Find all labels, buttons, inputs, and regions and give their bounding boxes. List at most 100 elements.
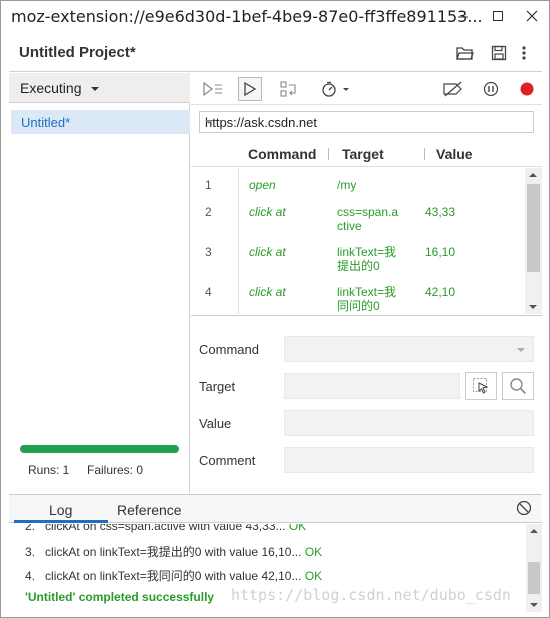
row-target: linkText=我 提出的0 — [337, 245, 397, 273]
row-value: 42,10 — [425, 285, 456, 299]
log-scrollbar[interactable] — [526, 524, 542, 612]
save-icon — [491, 45, 507, 61]
commands-scrollbar[interactable] — [525, 168, 542, 314]
test-item-label: Untitled* — [21, 115, 71, 130]
column-divider — [328, 148, 329, 160]
column-command: Command — [248, 146, 317, 162]
executing-dropdown[interactable]: Executing — [9, 73, 190, 103]
commands-table-body: 1 open /my 2 click at css=span.a ctive 43… — [191, 168, 524, 314]
test-item-untitled[interactable]: Untitled* — [11, 110, 190, 134]
project-title[interactable]: Untitled Project* — [19, 44, 136, 61]
step-over-button[interactable] — [277, 77, 301, 101]
record-button[interactable] — [515, 77, 539, 101]
tab-log[interactable]: Log — [49, 502, 72, 518]
runs-count: Runs: 1 — [28, 463, 70, 477]
project-header: Untitled Project* — [9, 34, 542, 72]
row-command: open — [249, 178, 276, 192]
test-sidebar: Executing Untitled* Runs: 1 Failures: 0 — [9, 73, 190, 493]
row-target: /my — [337, 178, 357, 192]
run-all-tests-button[interactable] — [201, 77, 225, 101]
disable-breakpoints-button[interactable] — [441, 77, 465, 101]
log-line: 3. clickAt on linkText=我提出的0 with value … — [25, 545, 323, 559]
caret-down-icon — [91, 87, 99, 91]
more-menu-button[interactable] — [514, 43, 534, 63]
executing-label: Executing — [20, 80, 82, 96]
tab-reference[interactable]: Reference — [117, 502, 182, 518]
test-speed-dropdown[interactable] — [319, 77, 355, 101]
kebab-menu-icon — [522, 46, 526, 60]
column-divider — [424, 148, 425, 160]
column-target: Target — [342, 146, 384, 162]
record-icon — [520, 82, 534, 96]
command-input[interactable] — [284, 336, 534, 362]
row-value: 16,10 — [425, 245, 456, 259]
title-bar: moz-extension://e9e6d30d-1bef-4be9-87e0-… — [1, 1, 549, 33]
select-target-button[interactable] — [465, 372, 497, 400]
row-command: click at — [249, 245, 286, 259]
log-completed-message: 'Untitled' completed successfully — [25, 590, 215, 604]
comment-label: Comment — [199, 453, 256, 468]
maximize-button[interactable] — [481, 1, 515, 31]
scroll-thumb[interactable] — [528, 562, 540, 594]
commands-table-header: Command Target Value — [191, 141, 542, 167]
save-project-button[interactable] — [489, 43, 509, 63]
step-over-icon — [280, 81, 296, 97]
base-url-value: https://ask.csdn.net — [205, 115, 318, 130]
caret-down-icon — [517, 348, 525, 352]
find-target-button[interactable] — [502, 372, 534, 400]
row-target: linkText=我 同问的0 — [337, 285, 397, 313]
column-divider — [238, 168, 239, 314]
editor-panel: https://ask.csdn.net Command Target Valu… — [191, 73, 542, 493]
base-url-input[interactable]: https://ask.csdn.net — [199, 111, 534, 133]
play-icon — [244, 82, 257, 96]
row-number: 4 — [205, 285, 212, 299]
value-label: Value — [199, 416, 232, 431]
row-command: click at — [249, 285, 286, 299]
scroll-down-icon[interactable] — [529, 305, 537, 309]
run-all-icon — [203, 82, 222, 96]
minimize-icon — [458, 16, 468, 18]
command-editor: Command Target Value Comment — [191, 315, 542, 493]
row-value: 43,33 — [425, 205, 456, 219]
close-icon — [526, 10, 538, 22]
minimize-button[interactable] — [446, 1, 480, 31]
watermark: https://blog.csdn.net/dubo_csdn — [231, 586, 511, 604]
pause-on-exceptions-button[interactable] — [479, 77, 503, 101]
caret-down-icon — [205, 120, 213, 124]
window-title: moz-extension://e9e6d30d-1bef-4be9-87e0-… — [11, 7, 483, 26]
folder-open-icon — [456, 47, 474, 60]
breakpoint-disabled-icon — [443, 81, 462, 97]
row-number: 2 — [205, 205, 212, 219]
row-command: click at — [249, 205, 286, 219]
scroll-up-icon[interactable] — [530, 529, 538, 533]
log-line: 2. clickAt on css=span.active with value… — [25, 524, 307, 533]
column-value: Value — [436, 146, 473, 162]
console-tabs: Log Reference — [9, 495, 542, 523]
close-button[interactable] — [515, 1, 549, 31]
select-target-icon — [473, 378, 489, 394]
run-current-test-button[interactable] — [238, 77, 262, 101]
playback-toolbar — [191, 73, 542, 105]
row-number: 1 — [205, 178, 212, 192]
failures-count: Failures: 0 — [87, 463, 144, 477]
active-tab-indicator — [14, 520, 108, 523]
log-line: 4. clickAt on linkText=我同问的0 with value … — [25, 569, 323, 583]
open-project-button[interactable] — [455, 43, 475, 63]
target-label: Target — [199, 379, 236, 394]
command-label: Command — [199, 342, 259, 357]
stopwatch-icon — [322, 81, 349, 97]
app-window: moz-extension://e9e6d30d-1bef-4be9-87e0-… — [0, 0, 550, 618]
search-icon — [510, 378, 527, 395]
scroll-thumb[interactable] — [527, 184, 540, 272]
row-number: 3 — [205, 245, 212, 259]
scroll-down-icon[interactable] — [530, 603, 538, 607]
row-target: css=span.a ctive — [337, 205, 399, 233]
pause-icon — [483, 81, 499, 97]
target-input[interactable] — [284, 373, 460, 399]
value-input[interactable] — [284, 410, 534, 436]
comment-input[interactable] — [284, 447, 534, 473]
clear-log-button[interactable] — [516, 500, 532, 519]
scroll-up-icon[interactable] — [529, 173, 537, 177]
progress-bar — [20, 445, 179, 453]
clear-log-icon — [516, 500, 532, 516]
